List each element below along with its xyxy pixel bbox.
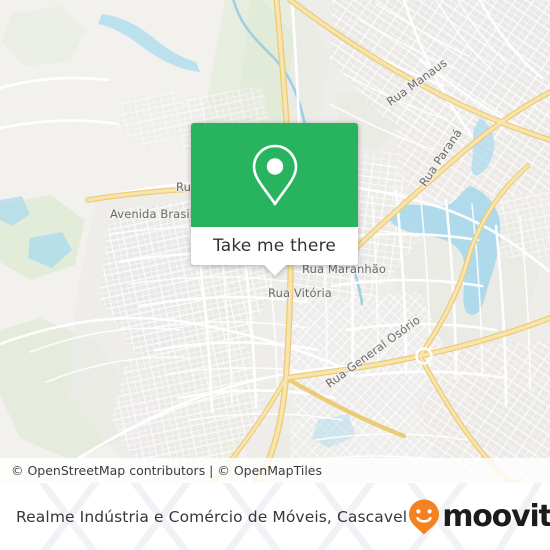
map-canvas[interactable]: Rua Manaus Rua Paraná Rua Avenida Brasil… [0,0,550,483]
place-popup[interactable]: Take me there [191,123,358,276]
place-title: Realme Indústria e Comércio de Móveis, C… [16,507,408,526]
map-attribution-bar: © OpenStreetMap contributors | © OpenMap… [0,458,550,483]
popup-footer[interactable]: Take me there [191,227,358,276]
moovit-logo[interactable]: moovit [407,498,550,536]
page-footer: Realme Indústria e Comércio de Móveis, C… [0,483,550,550]
moovit-wordmark: moovit [442,498,550,534]
popup-header [191,123,358,227]
map-screenshot-page: Rua Manaus Rua Paraná Rua Avenida Brasil… [0,0,550,550]
map-pin-icon [252,144,297,206]
moovit-smiley-pin-icon [409,499,440,534]
take-me-there-label: Take me there [212,236,337,256]
attribution-text[interactable]: © OpenStreetMap contributors | © OpenMap… [11,463,322,478]
popup-pointer-tail [263,265,286,276]
